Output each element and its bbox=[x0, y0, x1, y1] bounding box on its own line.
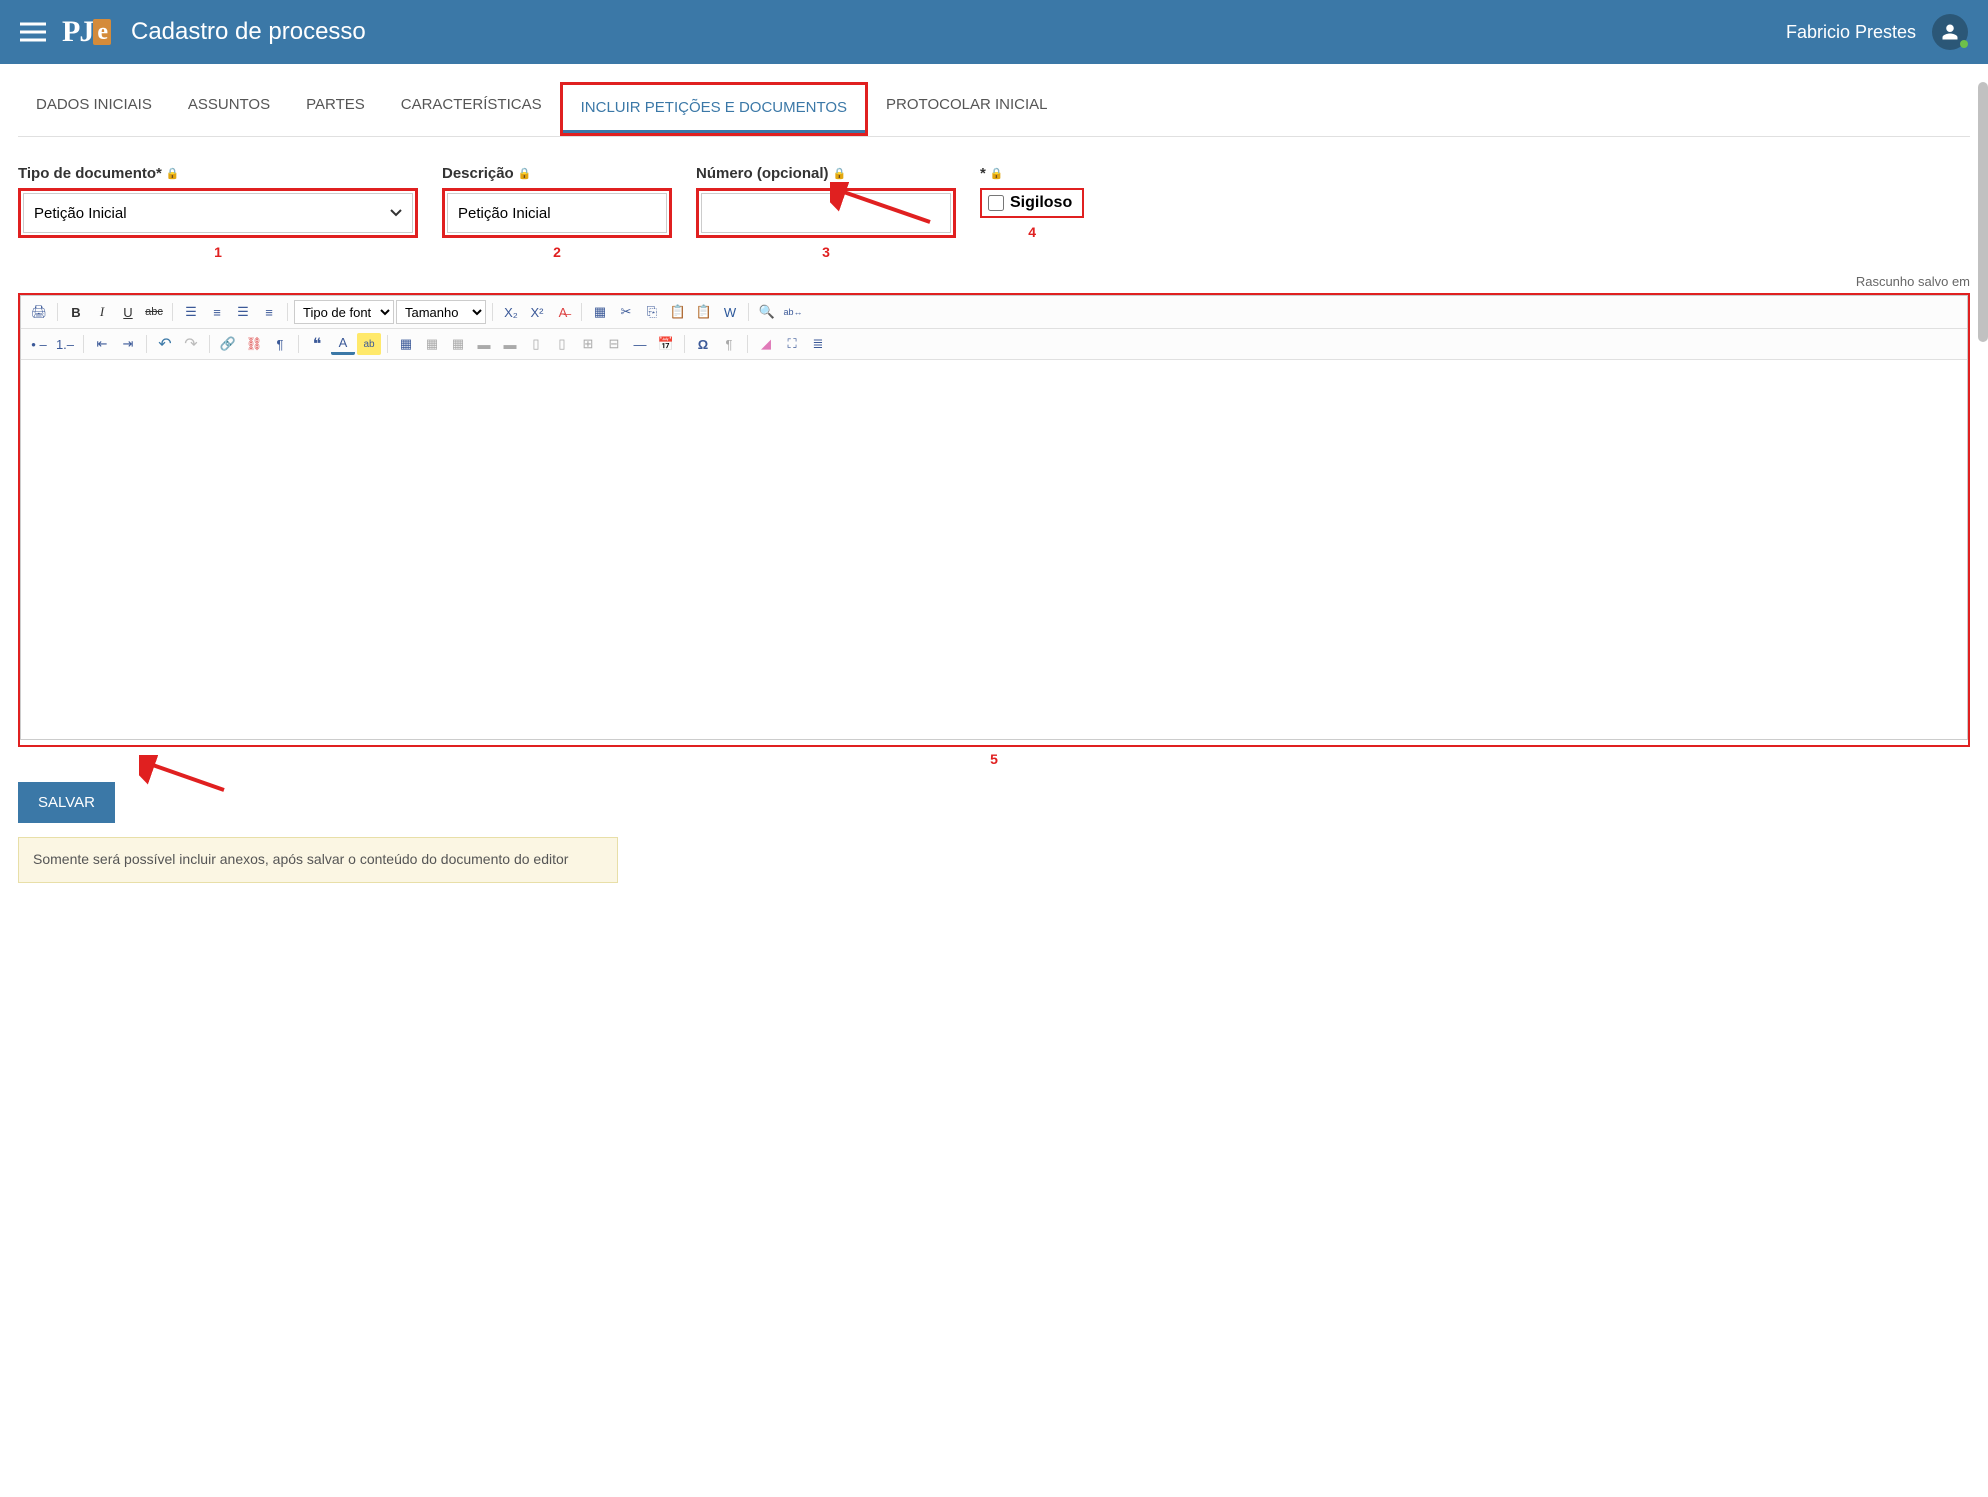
annotation-number-4: 4 bbox=[980, 224, 1084, 240]
date-icon[interactable]: 📅 bbox=[654, 333, 678, 355]
user-name[interactable]: Fabricio Prestes bbox=[1786, 22, 1916, 43]
annotation-box-1: Petição Inicial bbox=[18, 188, 418, 238]
table-props-icon[interactable]: ▦ bbox=[420, 333, 444, 355]
sigiloso-checkbox[interactable] bbox=[988, 195, 1004, 211]
annotation-box-3 bbox=[696, 188, 956, 238]
menu-icon[interactable] bbox=[20, 22, 46, 42]
app-logo: PJe bbox=[62, 15, 111, 49]
draft-saved-text: Rascunho salvo em bbox=[18, 274, 1970, 289]
info-message: Somente será possível incluir anexos, ap… bbox=[18, 837, 618, 883]
select-all-icon[interactable]: ▦ bbox=[588, 301, 612, 323]
tab-protocolar-inicial[interactable]: PROTOCOLAR INICIAL bbox=[868, 82, 1065, 136]
annotation-number-3: 3 bbox=[696, 244, 956, 260]
row-insert-icon[interactable]: ▬ bbox=[472, 333, 496, 355]
lock-icon: 🔒 bbox=[990, 167, 1004, 180]
align-right-icon[interactable]: ☰ bbox=[231, 301, 255, 323]
bold-button[interactable]: B bbox=[64, 301, 88, 323]
indent-icon[interactable]: ⇥ bbox=[116, 333, 140, 355]
editor-textarea[interactable] bbox=[20, 360, 1968, 740]
lock-icon: 🔒 bbox=[518, 167, 532, 180]
undo-icon[interactable]: ↶ bbox=[153, 333, 177, 355]
subscript-icon[interactable]: X₂ bbox=[499, 301, 523, 323]
editor-toolbar: 🖨 B I U abc ☰ ≡ ☰ ≡ Tipo de font Tamanho… bbox=[20, 295, 1968, 360]
link-icon[interactable]: 🔗 bbox=[216, 333, 240, 355]
copy-icon[interactable]: ⎘ bbox=[640, 301, 664, 323]
eraser-icon[interactable]: ◢ bbox=[754, 333, 778, 355]
description-input[interactable] bbox=[447, 193, 667, 233]
table-icon[interactable]: ▦ bbox=[394, 333, 418, 355]
paste-text-icon[interactable]: 📋 bbox=[692, 301, 716, 323]
lock-icon: 🔒 bbox=[166, 167, 180, 180]
doc-type-select[interactable]: Petição Inicial bbox=[23, 193, 413, 233]
tab-dados-iniciais[interactable]: DADOS INICIAIS bbox=[18, 82, 170, 136]
annotation-box-tab: INCLUIR PETIÇÕES E DOCUMENTOS bbox=[560, 82, 868, 136]
tab-partes[interactable]: PARTES bbox=[288, 82, 383, 136]
align-center-icon[interactable]: ≡ bbox=[205, 301, 229, 323]
font-family-select[interactable]: Tipo de font bbox=[294, 300, 394, 324]
paragraph-icon[interactable]: ¶ bbox=[268, 333, 292, 355]
cell-props-icon[interactable]: ▦ bbox=[446, 333, 470, 355]
user-avatar[interactable] bbox=[1932, 14, 1968, 50]
tab-incluir-peticoes[interactable]: INCLUIR PETIÇÕES E DOCUMENTOS bbox=[563, 85, 865, 133]
sigiloso-header: *🔒 bbox=[980, 165, 1084, 182]
number-label: Número (opcional)🔒 bbox=[696, 165, 956, 182]
fullscreen-icon[interactable]: ⛶ bbox=[780, 333, 804, 355]
outdent-icon[interactable]: ⇤ bbox=[90, 333, 114, 355]
annotation-number-5: 5 bbox=[18, 751, 1970, 767]
hr-icon[interactable]: — bbox=[628, 333, 652, 355]
align-left-icon[interactable]: ☰ bbox=[179, 301, 203, 323]
text-color-icon[interactable]: A bbox=[331, 333, 355, 355]
paste-icon[interactable]: 📋 bbox=[666, 301, 690, 323]
quote-icon[interactable]: ❝ bbox=[305, 333, 329, 355]
font-size-select[interactable]: Tamanho bbox=[396, 300, 486, 324]
replace-icon[interactable]: ab↔ bbox=[781, 301, 805, 323]
annotation-box-2 bbox=[442, 188, 672, 238]
print-icon[interactable]: 🖨 bbox=[27, 301, 51, 323]
lock-icon: 🔒 bbox=[833, 167, 847, 180]
underline-button[interactable]: U bbox=[116, 301, 140, 323]
doc-type-label: Tipo de documento*🔒 bbox=[18, 165, 418, 182]
col-insert-icon[interactable]: ▯ bbox=[524, 333, 548, 355]
split-cells-icon[interactable]: ⊟ bbox=[602, 333, 626, 355]
annotation-box-4: Sigiloso bbox=[980, 188, 1084, 218]
annotation-box-5: 🖨 B I U abc ☰ ≡ ☰ ≡ Tipo de font Tamanho… bbox=[18, 293, 1970, 747]
description-label: Descrição🔒 bbox=[442, 165, 672, 182]
annotation-number-1: 1 bbox=[18, 244, 418, 260]
highlight-icon[interactable]: ab bbox=[357, 333, 381, 355]
strikethrough-button[interactable]: abc bbox=[142, 301, 166, 323]
scrollbar[interactable] bbox=[1978, 82, 1988, 901]
sigiloso-label: Sigiloso bbox=[1010, 194, 1072, 212]
cut-icon[interactable]: ✂ bbox=[614, 301, 638, 323]
number-input[interactable] bbox=[701, 193, 951, 233]
tabs: DADOS INICIAIS ASSUNTOS PARTES CARACTERÍ… bbox=[18, 82, 1970, 137]
page-title: Cadastro de processo bbox=[131, 18, 1786, 46]
line-height-icon[interactable]: ≣ bbox=[806, 333, 830, 355]
col-delete-icon[interactable]: ▯ bbox=[550, 333, 574, 355]
show-blocks-icon[interactable]: ¶ bbox=[717, 333, 741, 355]
number-list-icon[interactable]: 1.– bbox=[53, 333, 77, 355]
paste-word-icon[interactable]: W bbox=[718, 301, 742, 323]
row-delete-icon[interactable]: ▬ bbox=[498, 333, 522, 355]
special-char-icon[interactable]: Ω bbox=[691, 333, 715, 355]
form-row: Tipo de documento*🔒 Petição Inicial 1 De… bbox=[18, 165, 1970, 260]
merge-cells-icon[interactable]: ⊞ bbox=[576, 333, 600, 355]
align-justify-icon[interactable]: ≡ bbox=[257, 301, 281, 323]
clear-format-icon[interactable]: A̶ bbox=[551, 301, 575, 323]
save-button[interactable]: SALVAR bbox=[18, 782, 115, 823]
annotation-number-2: 2 bbox=[442, 244, 672, 260]
tab-assuntos[interactable]: ASSUNTOS bbox=[170, 82, 288, 136]
app-header: PJe Cadastro de processo Fabricio Preste… bbox=[0, 0, 1988, 64]
unlink-icon[interactable]: ⛓ bbox=[242, 333, 266, 355]
redo-icon[interactable]: ↷ bbox=[179, 333, 203, 355]
superscript-icon[interactable]: X² bbox=[525, 301, 549, 323]
italic-button[interactable]: I bbox=[90, 301, 114, 323]
tab-caracteristicas[interactable]: CARACTERÍSTICAS bbox=[383, 82, 560, 136]
find-icon[interactable]: 🔍 bbox=[755, 301, 779, 323]
bullet-list-icon[interactable]: • – bbox=[27, 333, 51, 355]
